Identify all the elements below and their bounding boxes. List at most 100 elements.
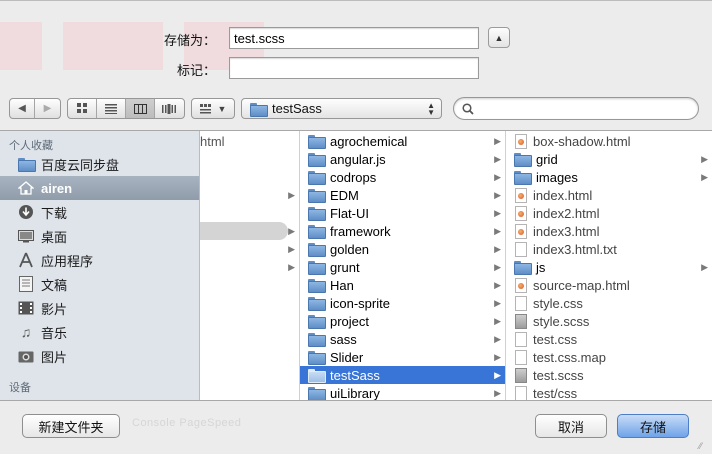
nav-segment: ◀ ▶ bbox=[9, 98, 61, 119]
filename-input[interactable] bbox=[229, 27, 479, 49]
list-view-button[interactable] bbox=[97, 99, 126, 118]
list-item[interactable]: ▶ bbox=[200, 258, 299, 276]
sidebar-item-label: 音乐 bbox=[41, 325, 68, 341]
sidebar-item-home[interactable]: airen bbox=[0, 176, 199, 200]
icon-view-button[interactable] bbox=[68, 99, 97, 118]
chevron-right-icon: ▶ bbox=[288, 225, 295, 236]
chevron-right-icon: ▶ bbox=[494, 351, 501, 362]
sidebar-item-downloads[interactable]: 下载 bbox=[0, 200, 199, 224]
sidebar-item-baiduyun[interactable]: 百度云同步盘 bbox=[0, 152, 199, 176]
folder-row[interactable]: framework ▶ bbox=[300, 222, 505, 240]
folder-row[interactable]: testSass ▶ bbox=[300, 366, 505, 384]
sidebar-item-label: 百度云同步盘 bbox=[41, 157, 120, 173]
file-row[interactable]: index2.html bbox=[506, 204, 712, 222]
sidebar-item-music[interactable]: ♫ 音乐 bbox=[0, 320, 199, 344]
browser-column-2: box-shadow.html grid ▶ images ▶ index.html ind… bbox=[506, 131, 712, 400]
back-button[interactable]: ◀ bbox=[10, 99, 36, 118]
chevron-right-icon: ▶ bbox=[288, 243, 295, 254]
file-row[interactable]: box-shadow.html bbox=[506, 132, 712, 150]
folder-row[interactable]: Slider ▶ bbox=[300, 348, 505, 366]
save-form: 存储为： ▲ 标记： bbox=[0, 0, 712, 88]
folder-row[interactable]: EDM ▶ bbox=[300, 186, 505, 204]
sidebar-item-pictures[interactable]: 图片 bbox=[0, 344, 199, 368]
file-name: style.css bbox=[533, 295, 583, 311]
file-row[interactable]: style.scss bbox=[506, 312, 712, 330]
document-icon bbox=[515, 241, 527, 257]
folder-icon bbox=[308, 261, 326, 275]
list-item[interactable]: ▶ bbox=[200, 186, 299, 204]
coverflow-view-button[interactable] bbox=[155, 99, 184, 118]
file-row[interactable]: index3.html bbox=[506, 222, 712, 240]
file-name: grid bbox=[536, 151, 558, 167]
chevron-right-icon: ▶ bbox=[494, 369, 501, 380]
save-dialog: 存储为： ▲ 标记： ◀ ▶ ▼ bbox=[0, 0, 712, 454]
file-name: agrochemical bbox=[330, 133, 408, 149]
file-name: framework bbox=[330, 223, 391, 239]
folder-row[interactable]: sass ▶ bbox=[300, 330, 505, 348]
folder-row[interactable]: uiLibrary ▶ bbox=[300, 384, 505, 400]
cancel-button[interactable]: 取消 bbox=[535, 414, 607, 438]
column-view-button[interactable] bbox=[126, 99, 155, 118]
chevron-right-icon: ▶ bbox=[701, 153, 708, 164]
file-row[interactable]: test.css bbox=[506, 330, 712, 348]
tags-input[interactable] bbox=[229, 57, 479, 79]
list-item[interactable]: html bbox=[200, 132, 299, 150]
file-name: EDM bbox=[330, 187, 359, 203]
folder-row[interactable]: grid ▶ bbox=[506, 150, 712, 168]
file-row[interactable]: source-map.html bbox=[506, 276, 712, 294]
file-name: test.css.map bbox=[533, 349, 606, 365]
divider bbox=[0, 0, 712, 1]
folder-row[interactable]: Flat-UI ▶ bbox=[300, 204, 505, 222]
collapse-button[interactable]: ▲ bbox=[488, 27, 510, 48]
chevron-right-icon: ▶ bbox=[494, 153, 501, 164]
search-icon bbox=[462, 102, 474, 115]
file-row[interactable]: test.scss bbox=[506, 366, 712, 384]
folder-row[interactable]: project ▶ bbox=[300, 312, 505, 330]
folder-row[interactable]: Han ▶ bbox=[300, 276, 505, 294]
chevron-right-icon: ▶ bbox=[494, 261, 501, 272]
file-row[interactable]: test/css bbox=[506, 384, 712, 400]
sidebar-item-label: 应用程序 bbox=[41, 253, 94, 269]
document-icon bbox=[515, 385, 527, 400]
file-name: Flat-UI bbox=[330, 205, 369, 221]
folder-row[interactable]: codrops ▶ bbox=[300, 168, 505, 186]
browser-column-0: html ▶ ▶ ▶ ▶ bbox=[200, 131, 300, 400]
documents-icon bbox=[16, 276, 36, 292]
location-popup[interactable]: testSass ▲ ▼ bbox=[241, 98, 442, 119]
sidebar-item-documents[interactable]: 文稿 bbox=[0, 272, 199, 296]
folder-row[interactable]: icon-sprite ▶ bbox=[300, 294, 505, 312]
folder-row[interactable]: agrochemical ▶ bbox=[300, 132, 505, 150]
list-item[interactable]: ▶ bbox=[200, 240, 299, 258]
applications-icon bbox=[16, 252, 36, 268]
resize-grip-icon[interactable]: ⁄⁄ bbox=[699, 441, 709, 451]
file-name: images bbox=[536, 169, 578, 185]
folder-row[interactable]: angular.js ▶ bbox=[300, 150, 505, 168]
file-row[interactable]: style.css bbox=[506, 294, 712, 312]
sidebar-item-applications[interactable]: 应用程序 bbox=[0, 248, 199, 272]
forward-button[interactable]: ▶ bbox=[35, 99, 60, 118]
folder-row[interactable]: golden ▶ bbox=[300, 240, 505, 258]
search-input[interactable] bbox=[478, 99, 698, 118]
sidebar-item-movies[interactable]: 影片 bbox=[0, 296, 199, 320]
sidebar-item-desktop[interactable]: 桌面 bbox=[0, 224, 199, 248]
file-row[interactable]: test.css.map bbox=[506, 348, 712, 366]
file-name: index3.html.txt bbox=[533, 241, 617, 257]
save-button[interactable]: 存储 bbox=[617, 414, 689, 438]
chevron-right-icon: ▶ bbox=[494, 387, 501, 398]
document-icon bbox=[515, 331, 527, 347]
desktop-icon bbox=[16, 228, 36, 244]
arrange-dropdown[interactable]: ▼ bbox=[191, 98, 235, 119]
file-row[interactable]: index3.html.txt bbox=[506, 240, 712, 258]
new-folder-button[interactable]: 新建文件夹 bbox=[22, 414, 120, 438]
file-name: test/css bbox=[533, 385, 578, 401]
chevron-right-icon: ▶ bbox=[494, 207, 501, 218]
column-view-icon bbox=[133, 103, 147, 114]
list-item[interactable]: ▶ bbox=[200, 222, 299, 240]
file-row[interactable]: index.html bbox=[506, 186, 712, 204]
folder-row[interactable]: grunt ▶ bbox=[300, 258, 505, 276]
folder-icon bbox=[308, 153, 326, 167]
file-browser: 个人收藏 百度云同步盘 airen 下载 桌面 应用程序 文稿 影片 ♫ 音乐 … bbox=[0, 130, 712, 401]
folder-row[interactable]: images ▶ bbox=[506, 168, 712, 186]
search-field[interactable] bbox=[453, 97, 699, 120]
folder-row[interactable]: js ▶ bbox=[506, 258, 712, 276]
